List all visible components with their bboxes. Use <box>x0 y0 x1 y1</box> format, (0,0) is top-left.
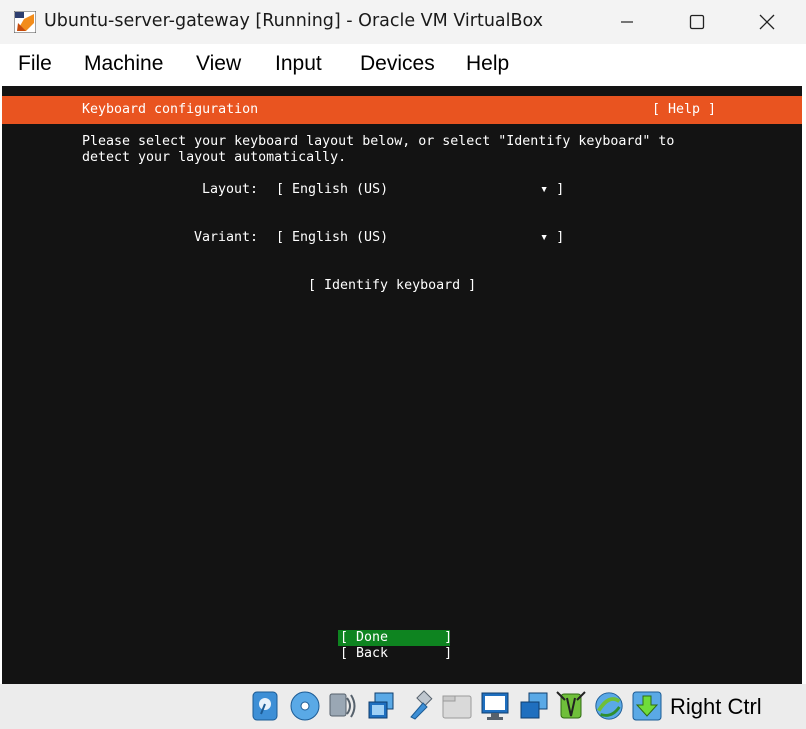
virtualbox-app-icon[interactable] <box>14 11 36 33</box>
installer-title: Keyboard configuration <box>82 102 259 117</box>
back-button[interactable]: [ Back ] <box>340 646 452 662</box>
menu-file[interactable]: File <box>18 52 52 76</box>
variant-select[interactable]: [ English (US) ▾ ] <box>276 230 564 246</box>
display-icon[interactable] <box>479 689 511 723</box>
network-icon[interactable] <box>365 689 397 723</box>
mouse-integration-icon[interactable] <box>555 689 587 723</box>
minimize-button[interactable] <box>604 0 650 44</box>
recording-icon[interactable] <box>517 689 549 723</box>
minimize-icon <box>621 21 633 23</box>
virtualization-icon[interactable] <box>593 689 625 723</box>
maximize-button[interactable] <box>674 0 720 44</box>
menu-help[interactable]: Help <box>466 52 509 76</box>
window-title: Ubuntu-server-gateway [Running] - Oracle… <box>44 11 544 31</box>
shared-folders-icon[interactable] <box>441 689 473 723</box>
instructions-line-2: detect your layout automatically. <box>82 150 347 165</box>
menu-machine[interactable]: Machine <box>84 52 163 76</box>
optical-drive-icon[interactable] <box>289 689 321 723</box>
instructions-line-1: Please select your keyboard layout below… <box>82 134 675 149</box>
help-button[interactable]: [ Help ] <box>652 102 716 118</box>
vm-screen[interactable] <box>2 86 802 684</box>
close-button[interactable] <box>744 0 790 44</box>
maximize-icon <box>689 14 705 30</box>
hard-disk-icon[interactable] <box>249 689 281 723</box>
layout-select[interactable]: [ English (US) ▾ ] <box>276 182 564 198</box>
menu-view[interactable]: View <box>196 52 241 76</box>
host-key-label: Right Ctrl <box>670 694 762 719</box>
variant-label: Variant: <box>194 230 259 245</box>
close-icon <box>759 14 775 30</box>
menu-input[interactable]: Input <box>275 52 322 76</box>
done-button[interactable]: [ Done ] <box>340 630 452 646</box>
layout-label: Layout: <box>202 182 259 197</box>
audio-icon[interactable] <box>327 689 359 723</box>
usb-icon[interactable] <box>403 689 435 723</box>
arrow-down-icon[interactable] <box>631 689 663 723</box>
menu-devices[interactable]: Devices <box>360 52 435 76</box>
identify-keyboard-button[interactable]: [ Identify keyboard ] <box>308 278 476 294</box>
window-right-border <box>802 86 806 729</box>
